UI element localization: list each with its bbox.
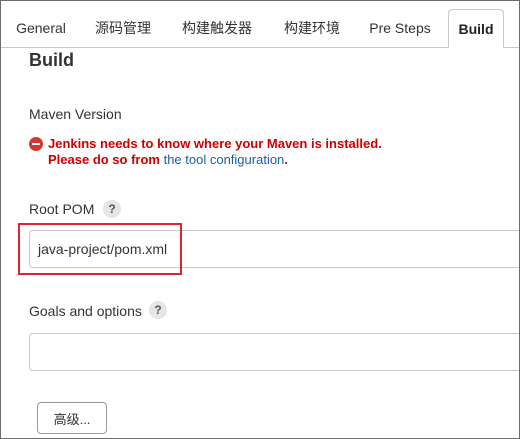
tab-source-control[interactable]: 源码管理	[85, 9, 161, 47]
tool-configuration-link[interactable]: the tool configuration	[164, 152, 285, 167]
tab-general[interactable]: General	[7, 9, 75, 47]
root-pom-help-icon[interactable]: ?	[103, 200, 121, 218]
advanced-button[interactable]: 高级...	[37, 402, 107, 434]
tab-build[interactable]: Build	[448, 9, 504, 48]
tab-build-environment[interactable]: 构建环境	[273, 9, 351, 47]
error-line-2: Please do so from the tool configuration…	[48, 152, 288, 168]
error-line-2-prefix: Please do so from	[48, 152, 164, 167]
root-pom-label: Root POM	[29, 201, 95, 217]
goals-options-help-icon[interactable]: ?	[149, 301, 167, 319]
goals-options-label: Goals and options	[29, 303, 142, 319]
error-icon	[29, 137, 43, 151]
error-line-1: Jenkins needs to know where your Maven i…	[48, 136, 382, 151]
maven-version-label: Maven Version	[29, 106, 122, 122]
root-pom-input[interactable]: java-project/pom.xml	[29, 230, 519, 268]
section-title: Build	[29, 50, 74, 70]
config-tab-bar: General 源码管理 构建触发器 构建环境 Pre Steps Build	[1, 1, 519, 48]
build-config-panel: General 源码管理 构建触发器 构建环境 Pre Steps Build …	[0, 0, 520, 439]
error-line-2-suffix: .	[284, 152, 288, 167]
tab-build-triggers[interactable]: 构建触发器	[171, 9, 263, 47]
goals-options-input[interactable]	[29, 333, 519, 371]
tab-pre-steps[interactable]: Pre Steps	[361, 9, 439, 47]
